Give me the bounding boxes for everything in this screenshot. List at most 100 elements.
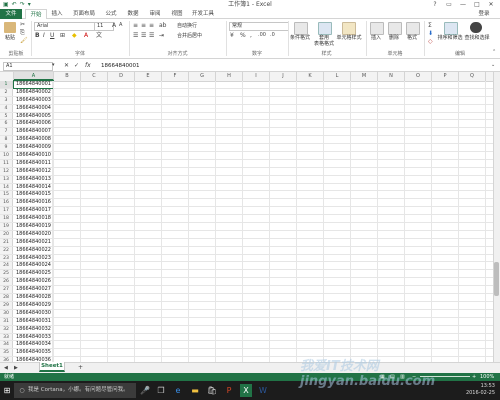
tab-page-layout[interactable]: 页面布局 xyxy=(69,9,99,19)
wrap-text-button[interactable]: 自动换行 xyxy=(177,23,217,29)
increase-decimal-icon[interactable]: .00 xyxy=(258,32,266,39)
row-header[interactable]: 21 xyxy=(0,238,13,246)
format-cells-button[interactable]: 格式 xyxy=(403,35,421,41)
column-header-m[interactable]: M xyxy=(351,72,378,81)
cell-styles-icon[interactable] xyxy=(342,22,356,35)
tab-view[interactable]: 视图 xyxy=(167,9,187,19)
collapse-ribbon-icon[interactable]: ⌃ xyxy=(492,49,496,56)
cell-a[interactable]: 18664840033 xyxy=(14,333,53,341)
row-header[interactable]: 22 xyxy=(0,246,13,254)
row-header[interactable]: 18 xyxy=(0,215,13,223)
sort-filter-icon[interactable] xyxy=(444,22,458,35)
cell-a[interactable]: 18664840001 xyxy=(13,80,54,89)
cell-a[interactable]: 18664840030 xyxy=(14,309,53,317)
tab-review[interactable]: 审阅 xyxy=(145,9,165,19)
insert-cells-icon[interactable] xyxy=(370,22,384,35)
cell-a[interactable]: 18664840032 xyxy=(14,325,53,333)
clock[interactable]: 13:53 2016-02-25 xyxy=(425,383,495,397)
row-header[interactable]: 30 xyxy=(0,309,13,317)
merge-center-button[interactable]: 合并后居中 xyxy=(177,33,222,39)
column-header-q[interactable]: Q xyxy=(459,72,486,81)
column-header-c[interactable]: C xyxy=(81,72,108,81)
insert-function-icon[interactable]: fx xyxy=(85,62,91,69)
row-header[interactable]: 12 xyxy=(0,167,13,175)
view-page-break-icon[interactable]: ▥ xyxy=(400,373,405,381)
insert-cells-button[interactable]: 插入 xyxy=(367,35,385,41)
file-explorer-icon[interactable]: ▬ xyxy=(189,384,201,397)
phonetic-icon[interactable]: 文 xyxy=(96,32,102,39)
zoom-in-icon[interactable]: + xyxy=(472,373,476,381)
task-view-icon[interactable]: ❐ xyxy=(155,384,167,397)
column-header-p[interactable]: P xyxy=(432,72,459,81)
row-header[interactable]: 5 xyxy=(0,112,13,120)
find-select-icon[interactable] xyxy=(470,22,482,33)
maximize-button[interactable]: □ xyxy=(470,0,484,9)
cell-styles-button[interactable]: 单元格样式 xyxy=(334,35,364,41)
confirm-edit-icon[interactable]: ✓ xyxy=(74,62,79,69)
row-header[interactable]: 3 xyxy=(0,96,13,104)
row-header[interactable]: 32 xyxy=(0,325,13,333)
align-middle-icon[interactable]: ≡ xyxy=(141,22,146,29)
align-bottom-icon[interactable]: ≡ xyxy=(149,22,154,29)
orientation-icon[interactable]: ab xyxy=(159,22,167,29)
cell-a[interactable]: 18664840003 xyxy=(14,96,53,104)
tab-insert[interactable]: 插入 xyxy=(47,9,67,19)
zoom-slider[interactable] xyxy=(420,376,470,377)
font-name-select[interactable]: Arial xyxy=(34,22,96,31)
column-header-b[interactable]: B xyxy=(54,72,81,81)
format-cells-icon[interactable] xyxy=(406,22,420,35)
powerpoint-icon[interactable]: P xyxy=(223,384,235,397)
undo-icon[interactable]: ↶ xyxy=(12,0,17,9)
decrease-font-icon[interactable]: A xyxy=(119,22,122,29)
row-header[interactable]: 28 xyxy=(0,294,13,301)
cell-a[interactable]: 18664840034 xyxy=(14,341,53,349)
comma-icon[interactable]: , xyxy=(250,32,252,39)
column-header-f[interactable]: F xyxy=(162,72,189,81)
cell-a[interactable]: 18664840004 xyxy=(14,104,53,112)
microphone-icon[interactable]: 🎤 xyxy=(139,384,151,397)
view-normal-icon[interactable]: ▦ xyxy=(380,373,385,381)
excel-taskbar-icon[interactable]: X xyxy=(240,384,252,397)
cell-a[interactable]: 18664840025 xyxy=(14,270,53,278)
font-color-icon[interactable]: A xyxy=(84,32,88,39)
cell-a[interactable]: 18664840007 xyxy=(14,128,53,136)
column-header-g[interactable]: G xyxy=(189,72,216,81)
row-header[interactable]: 17 xyxy=(0,207,13,215)
column-header-j[interactable]: J xyxy=(270,72,297,81)
row-header[interactable]: 9 xyxy=(0,144,13,152)
align-center-icon[interactable]: ☰ xyxy=(141,32,146,39)
add-sheet-button[interactable]: + xyxy=(78,364,83,371)
cell-a[interactable]: 18664840018 xyxy=(14,215,53,223)
cell-a[interactable]: 18664840035 xyxy=(14,349,53,357)
cancel-edit-icon[interactable]: ✕ xyxy=(64,62,69,69)
row-header[interactable]: 31 xyxy=(0,317,13,325)
cell-a[interactable]: 18664840012 xyxy=(14,167,53,175)
align-right-icon[interactable]: ☰ xyxy=(149,32,154,39)
row-header[interactable]: 20 xyxy=(0,230,13,238)
formula-input[interactable]: 18664840001 xyxy=(98,62,488,70)
column-header-o[interactable]: O xyxy=(405,72,432,81)
fill-icon[interactable]: ⬇ xyxy=(428,30,433,37)
store-icon[interactable]: 🛍 xyxy=(206,384,218,397)
cell-a[interactable]: 18664840024 xyxy=(14,262,53,270)
worksheet-grid[interactable]: ABCDEFGHIJKLMNOPQ 1 18664840001 2 186648400… xyxy=(0,72,493,375)
autosum-icon[interactable]: Σ xyxy=(428,22,432,29)
row-header[interactable]: 11 xyxy=(0,159,13,167)
row-header[interactable]: 33 xyxy=(0,333,13,341)
column-header-i[interactable]: I xyxy=(243,72,270,81)
cell-a[interactable]: 18664840028 xyxy=(14,294,53,301)
paste-icon[interactable] xyxy=(4,22,16,33)
conditional-format-icon[interactable] xyxy=(294,22,308,35)
cell-a[interactable]: 18664840014 xyxy=(14,183,53,191)
row-header[interactable]: 13 xyxy=(0,175,13,183)
delete-cells-icon[interactable] xyxy=(388,22,402,35)
view-page-layout-icon[interactable]: ▤ xyxy=(390,373,395,381)
row-header[interactable]: 15 xyxy=(0,191,13,199)
row-header[interactable]: 4 xyxy=(0,104,13,112)
cell-a[interactable]: 18664840027 xyxy=(14,286,53,294)
cell-a[interactable]: 18664840006 xyxy=(14,120,53,128)
percent-icon[interactable]: % xyxy=(240,32,246,39)
prev-sheet-icon[interactable]: ◀ xyxy=(4,365,8,372)
zoom-level[interactable]: 100% xyxy=(480,373,494,381)
row-header[interactable]: 8 xyxy=(0,136,13,144)
